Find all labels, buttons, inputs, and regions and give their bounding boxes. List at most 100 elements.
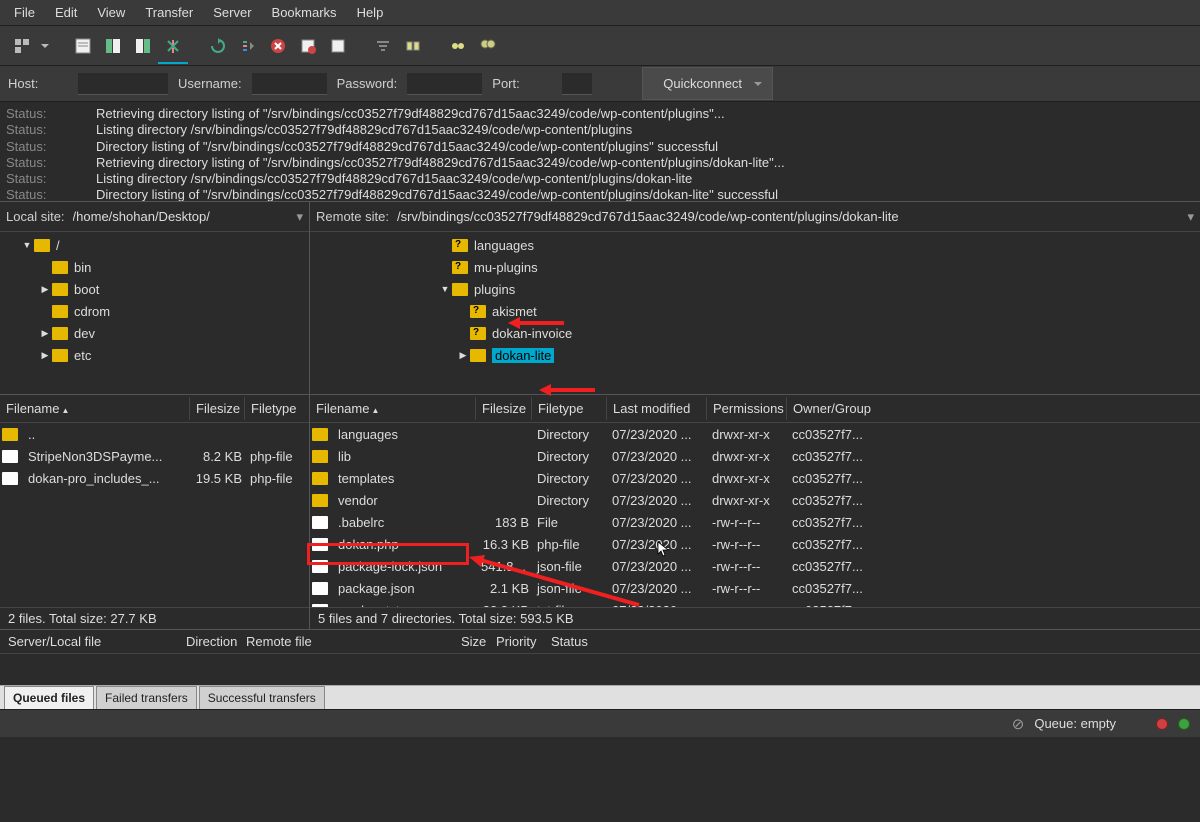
tree-toggle-icon[interactable]: ▶ <box>38 350 52 361</box>
local-col-filetype[interactable]: Filetype <box>245 397 309 420</box>
tree-item[interactable]: akismet <box>312 300 1198 322</box>
menu-file[interactable]: File <box>4 1 45 24</box>
tree-label: cdrom <box>74 304 110 319</box>
toggle-remote-tree-icon[interactable] <box>129 32 157 60</box>
disconnect-icon[interactable] <box>294 32 322 60</box>
tree-item[interactable]: mu-plugins <box>312 256 1198 278</box>
file-row[interactable]: dokan-pro_includes_...19.5 KBphp-file <box>0 467 309 489</box>
tree-item[interactable]: dokan-invoice <box>312 322 1198 344</box>
tree-item[interactable]: cdrom <box>2 300 307 322</box>
file-row[interactable]: .babelrc183 BFile07/23/2020 ...-rw-r--r-… <box>310 511 1200 533</box>
file-name: package-lock.json <box>334 559 477 574</box>
file-row[interactable]: readme.txt33.3 KBtxt-file07/23/2020 ...-… <box>310 599 1200 607</box>
file-row[interactable]: package-lock.json541.8 KBjson-file07/23/… <box>310 555 1200 577</box>
queue-col-status[interactable]: Status <box>543 630 596 653</box>
port-input[interactable] <box>562 73 592 95</box>
tree-item[interactable]: ▶dokan-lite <box>312 344 1198 366</box>
menu-help[interactable]: Help <box>347 1 394 24</box>
queue-col-priority[interactable]: Priority <box>488 630 543 653</box>
file-modified: 07/23/2020 ... <box>608 537 708 552</box>
cancel-icon[interactable] <box>264 32 292 60</box>
file-row[interactable]: libDirectory07/23/2020 ...drwxr-xr-xcc03… <box>310 445 1200 467</box>
local-col-filesize[interactable]: Filesize <box>190 397 245 420</box>
tree-toggle-icon[interactable]: ▶ <box>38 328 52 339</box>
remote-site-bar: Remote site: ▾ <box>310 202 1200 232</box>
tree-item[interactable]: bin <box>2 256 307 278</box>
password-label: Password: <box>337 76 398 91</box>
local-path-dropdown-icon[interactable]: ▾ <box>296 209 303 225</box>
tree-item[interactable]: ▶etc <box>2 344 307 366</box>
menu-server[interactable]: Server <box>203 1 261 24</box>
tree-toggle-icon[interactable]: ▶ <box>456 350 470 361</box>
message-log[interactable]: Status:Retrieving directory listing of "… <box>0 102 1200 202</box>
tab-failed[interactable]: Failed transfers <box>96 686 197 709</box>
menu-transfer[interactable]: Transfer <box>135 1 203 24</box>
remote-path-input[interactable] <box>397 209 1179 224</box>
quickconnect-button[interactable]: Quickconnect <box>642 67 773 100</box>
file-row[interactable]: templatesDirectory07/23/2020 ...drwxr-xr… <box>310 467 1200 489</box>
tree-item[interactable]: languages <box>312 234 1198 256</box>
tab-queued[interactable]: Queued files <box>4 686 94 709</box>
remote-col-modified[interactable]: Last modified <box>607 397 707 420</box>
toolbar <box>0 26 1200 66</box>
local-col-filename[interactable]: Filename▲ <box>0 397 190 420</box>
local-file-list[interactable]: ..StripeNon3DSPayme...8.2 KBphp-filedoka… <box>0 423 309 607</box>
tree-toggle-icon[interactable]: ▶ <box>38 284 52 295</box>
dropdown-icon[interactable] <box>38 32 52 60</box>
log-message: Directory listing of "/srv/bindings/cc03… <box>96 187 778 202</box>
queue-col-remote[interactable]: Remote file <box>238 630 453 653</box>
remote-col-filetype[interactable]: Filetype <box>532 397 607 420</box>
file-row[interactable]: vendorDirectory07/23/2020 ...drwxr-xr-xc… <box>310 489 1200 511</box>
sync-browsing-icon[interactable] <box>444 32 472 60</box>
remote-col-filesize[interactable]: Filesize <box>476 397 532 420</box>
file-panes: Filename▲ Filesize Filetype ..StripeNon3… <box>0 394 1200 629</box>
queue-tabs: Queued files Failed transfers Successful… <box>0 685 1200 709</box>
local-column-headers: Filename▲ Filesize Filetype <box>0 395 309 423</box>
menu-view[interactable]: View <box>87 1 135 24</box>
remote-col-filename[interactable]: Filename▲ <box>310 397 476 420</box>
queue-col-size[interactable]: Size <box>453 630 488 653</box>
file-row[interactable]: .. <box>0 423 309 445</box>
remote-tree[interactable]: languagesmu-plugins▼pluginsakismetdokan-… <box>310 232 1200 394</box>
local-path-input[interactable] <box>73 209 289 224</box>
remote-file-list[interactable]: languagesDirectory07/23/2020 ...drwxr-xr… <box>310 423 1200 607</box>
menu-edit[interactable]: Edit <box>45 1 87 24</box>
site-manager-icon[interactable] <box>8 32 36 60</box>
remote-col-permissions[interactable]: Permissions <box>707 397 787 420</box>
tab-successful[interactable]: Successful transfers <box>199 686 325 709</box>
menubar: File Edit View Transfer Server Bookmarks… <box>0 0 1200 26</box>
tree-toggle-icon[interactable]: ▼ <box>438 284 452 294</box>
toggle-queue-icon[interactable] <box>159 32 187 60</box>
file-type: Directory <box>533 471 608 486</box>
tree-item[interactable]: ▼/ <box>2 234 307 256</box>
remote-col-owner[interactable]: Owner/Group <box>787 397 1200 420</box>
username-input[interactable] <box>252 73 327 95</box>
host-input[interactable] <box>78 73 168 95</box>
tree-toggle-icon[interactable]: ▼ <box>20 240 34 250</box>
file-row[interactable]: dokan.php16.3 KBphp-file07/23/2020 ...-r… <box>310 533 1200 555</box>
file-name: lib <box>334 449 477 464</box>
password-input[interactable] <box>407 73 482 95</box>
process-queue-icon[interactable] <box>234 32 262 60</box>
queue-col-direction[interactable]: Direction <box>178 630 238 653</box>
tree-item[interactable]: ▼plugins <box>312 278 1198 300</box>
toggle-local-tree-icon[interactable] <box>99 32 127 60</box>
file-row[interactable]: StripeNon3DSPayme...8.2 KBphp-file <box>0 445 309 467</box>
file-type: php-file <box>246 449 309 464</box>
toggle-log-icon[interactable] <box>69 32 97 60</box>
tree-item[interactable]: ▶boot <box>2 278 307 300</box>
file-row[interactable]: package.json2.1 KBjson-file07/23/2020 ..… <box>310 577 1200 599</box>
queue-col-file[interactable]: Server/Local file <box>0 630 178 653</box>
log-message: Retrieving directory listing of "/srv/bi… <box>96 155 785 171</box>
tree-item[interactable]: ▶dev <box>2 322 307 344</box>
file-row[interactable]: languagesDirectory07/23/2020 ...drwxr-xr… <box>310 423 1200 445</box>
queue-body[interactable] <box>0 654 1200 682</box>
search-icon[interactable] <box>474 32 502 60</box>
refresh-icon[interactable] <box>204 32 232 60</box>
menu-bookmarks[interactable]: Bookmarks <box>262 1 347 24</box>
remote-path-dropdown-icon[interactable]: ▾ <box>1187 209 1194 225</box>
compare-icon[interactable] <box>399 32 427 60</box>
local-tree[interactable]: ▼/bin▶boot cdrom ▶dev▶etc <box>0 232 309 394</box>
reconnect-icon[interactable] <box>324 32 352 60</box>
filter-icon[interactable] <box>369 32 397 60</box>
